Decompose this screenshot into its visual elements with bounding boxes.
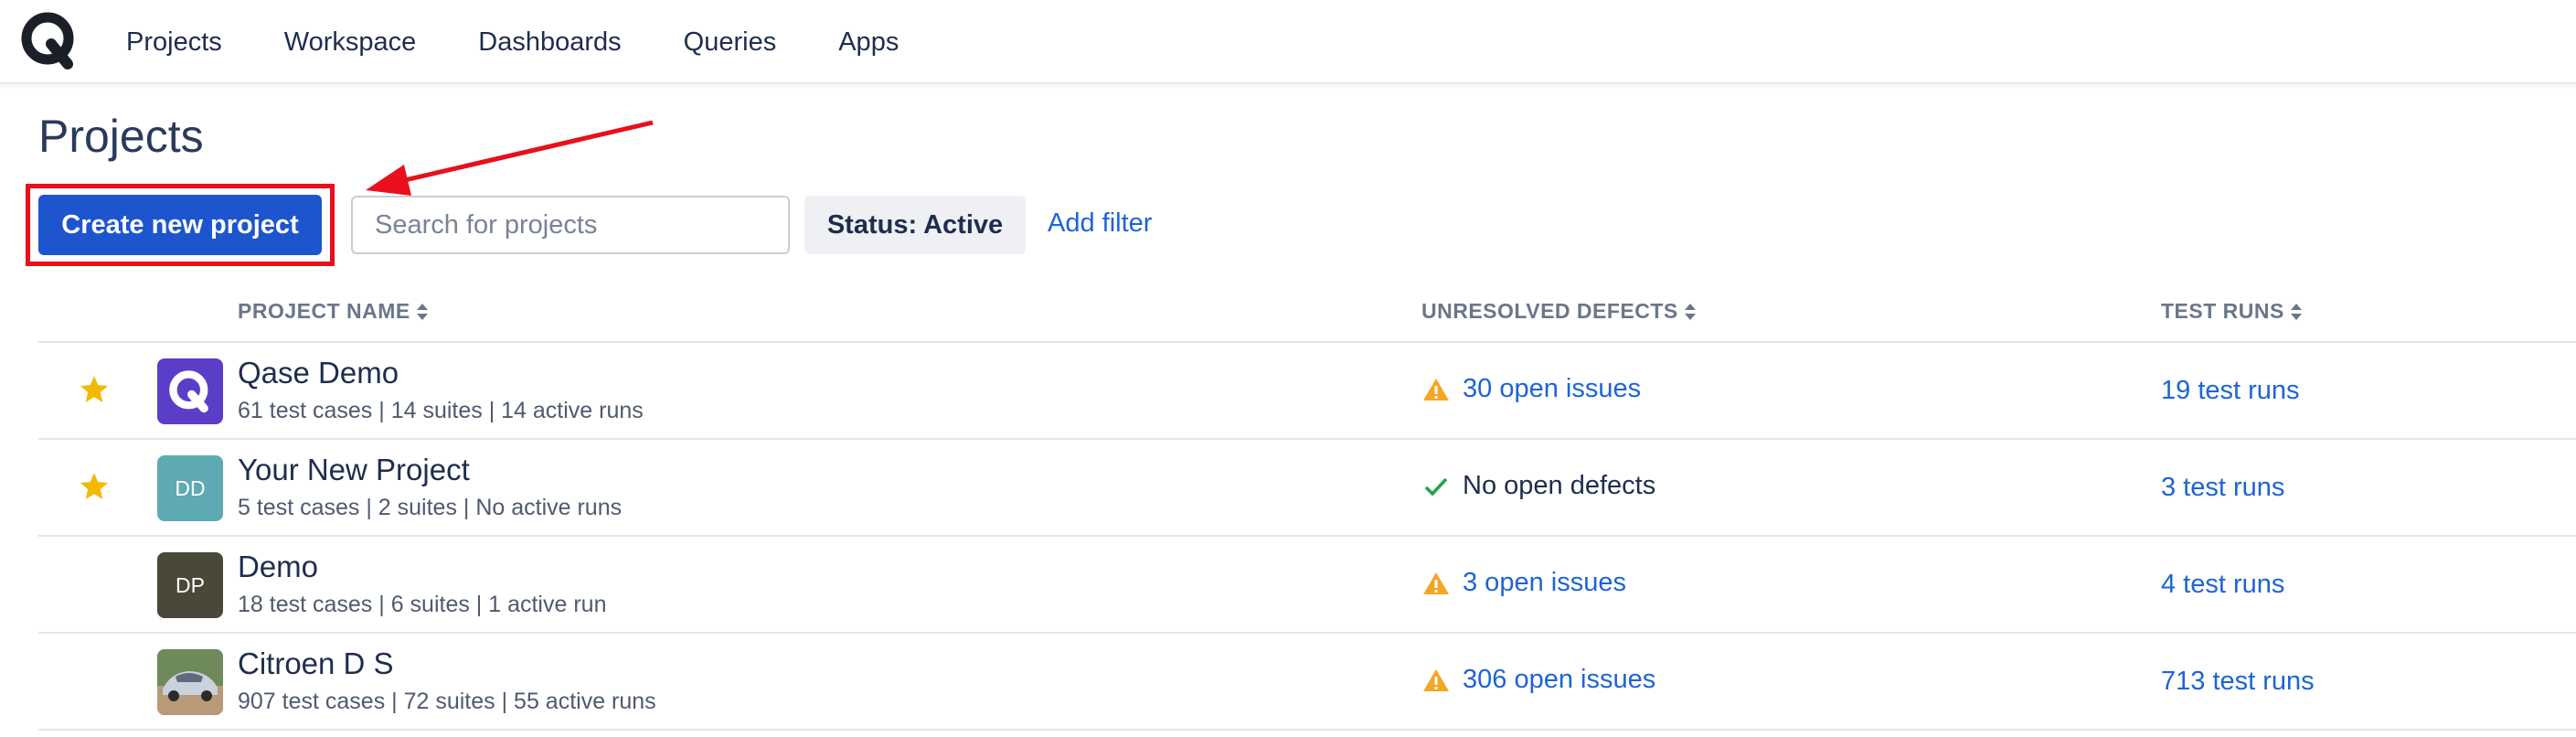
open-issues-link[interactable]: 30 open issues (1463, 374, 1641, 404)
table-row: DD Your New Project 5 test cases | 2 sui… (38, 440, 2576, 537)
column-header-unresolved-defects[interactable]: UNRESOLVED DEFECTS (1421, 299, 1697, 324)
open-issues-link[interactable]: 306 open issues (1463, 665, 1655, 695)
test-runs-link[interactable]: 4 test runs (2161, 570, 2284, 600)
project-meta: 907 test cases | 72 suites | 55 active r… (238, 689, 656, 714)
annotation-arrow-icon (366, 120, 654, 196)
warning-icon (1423, 571, 1449, 594)
avatar-initials: DP (176, 572, 205, 597)
car-photo-icon (157, 649, 223, 715)
project-meta: 5 test cases | 2 suites | No active runs (238, 495, 623, 520)
warning-icon (1423, 378, 1449, 401)
top-navbar: Projects Workspace Dashboards Queries Ap… (0, 0, 2576, 84)
column-header-project-name[interactable]: PROJECT NAME (238, 299, 429, 324)
status-filter-chip[interactable]: Status: Active (804, 196, 1026, 254)
defects-cell: 306 open issues (1422, 665, 1655, 695)
table-row: Qase Demo 61 test cases | 14 suites | 14… (38, 343, 2576, 440)
defects-cell: 30 open issues (1422, 374, 1641, 404)
checkmark-icon (1424, 477, 1448, 497)
test-runs-link[interactable]: 19 test runs (2161, 376, 2300, 406)
test-runs-link[interactable]: 3 test runs (2161, 473, 2284, 503)
nav-projects[interactable]: Projects (126, 27, 222, 58)
page-title: Projects (38, 111, 204, 162)
sort-icon (1684, 303, 1696, 320)
project-name-link[interactable]: Citroen D S (238, 646, 394, 681)
column-header-label: UNRESOLVED DEFECTS (1421, 299, 1678, 323)
nav-apps[interactable]: Apps (838, 27, 899, 58)
column-header-test-runs[interactable]: TEST RUNS (2161, 299, 2303, 324)
star-favorite-icon[interactable] (79, 374, 110, 405)
project-meta: 61 test cases | 14 suites | 14 active ru… (238, 398, 644, 423)
project-avatar[interactable]: DD (157, 455, 223, 521)
search-projects-input[interactable] (351, 196, 790, 254)
test-runs-link[interactable]: 713 test runs (2161, 667, 2315, 697)
project-meta: 18 test cases | 6 suites | 1 active run (238, 592, 607, 617)
defects-cell: 3 open issues (1422, 568, 1626, 598)
sort-icon (416, 303, 428, 320)
warning-icon (1423, 668, 1449, 691)
defects-cell: No open defects (1422, 471, 1655, 501)
table-row: DP Demo 18 test cases | 6 suites | 1 act… (38, 537, 2576, 634)
column-header-label: TEST RUNS (2161, 299, 2284, 323)
project-name-link[interactable]: Demo (238, 550, 318, 584)
column-header-label: PROJECT NAME (238, 299, 410, 323)
table-row: Citroen D S 907 test cases | 72 suites |… (38, 634, 2576, 731)
project-avatar[interactable]: DP (157, 552, 223, 618)
project-avatar[interactable] (157, 649, 223, 715)
add-filter-link[interactable]: Add filter (1048, 208, 1152, 239)
no-defects-text: No open defects (1463, 471, 1656, 500)
avatar-initials: DD (175, 475, 206, 500)
star-favorite-icon[interactable] (79, 471, 110, 502)
main-nav: Projects Workspace Dashboards Queries Ap… (126, 0, 961, 84)
qase-logo-icon (169, 370, 208, 413)
project-name-link[interactable]: Your New Project (238, 453, 470, 487)
open-issues-link[interactable]: 3 open issues (1463, 568, 1626, 598)
project-name-link[interactable]: Qase Demo (238, 356, 399, 390)
nav-queries[interactable]: Queries (684, 27, 777, 58)
qase-logo-icon[interactable] (20, 11, 79, 69)
nav-dashboards[interactable]: Dashboards (478, 27, 621, 58)
nav-workspace[interactable]: Workspace (284, 27, 417, 58)
project-avatar[interactable] (157, 358, 223, 424)
sort-icon (2290, 303, 2302, 320)
create-project-button[interactable]: Create new project (38, 195, 322, 255)
